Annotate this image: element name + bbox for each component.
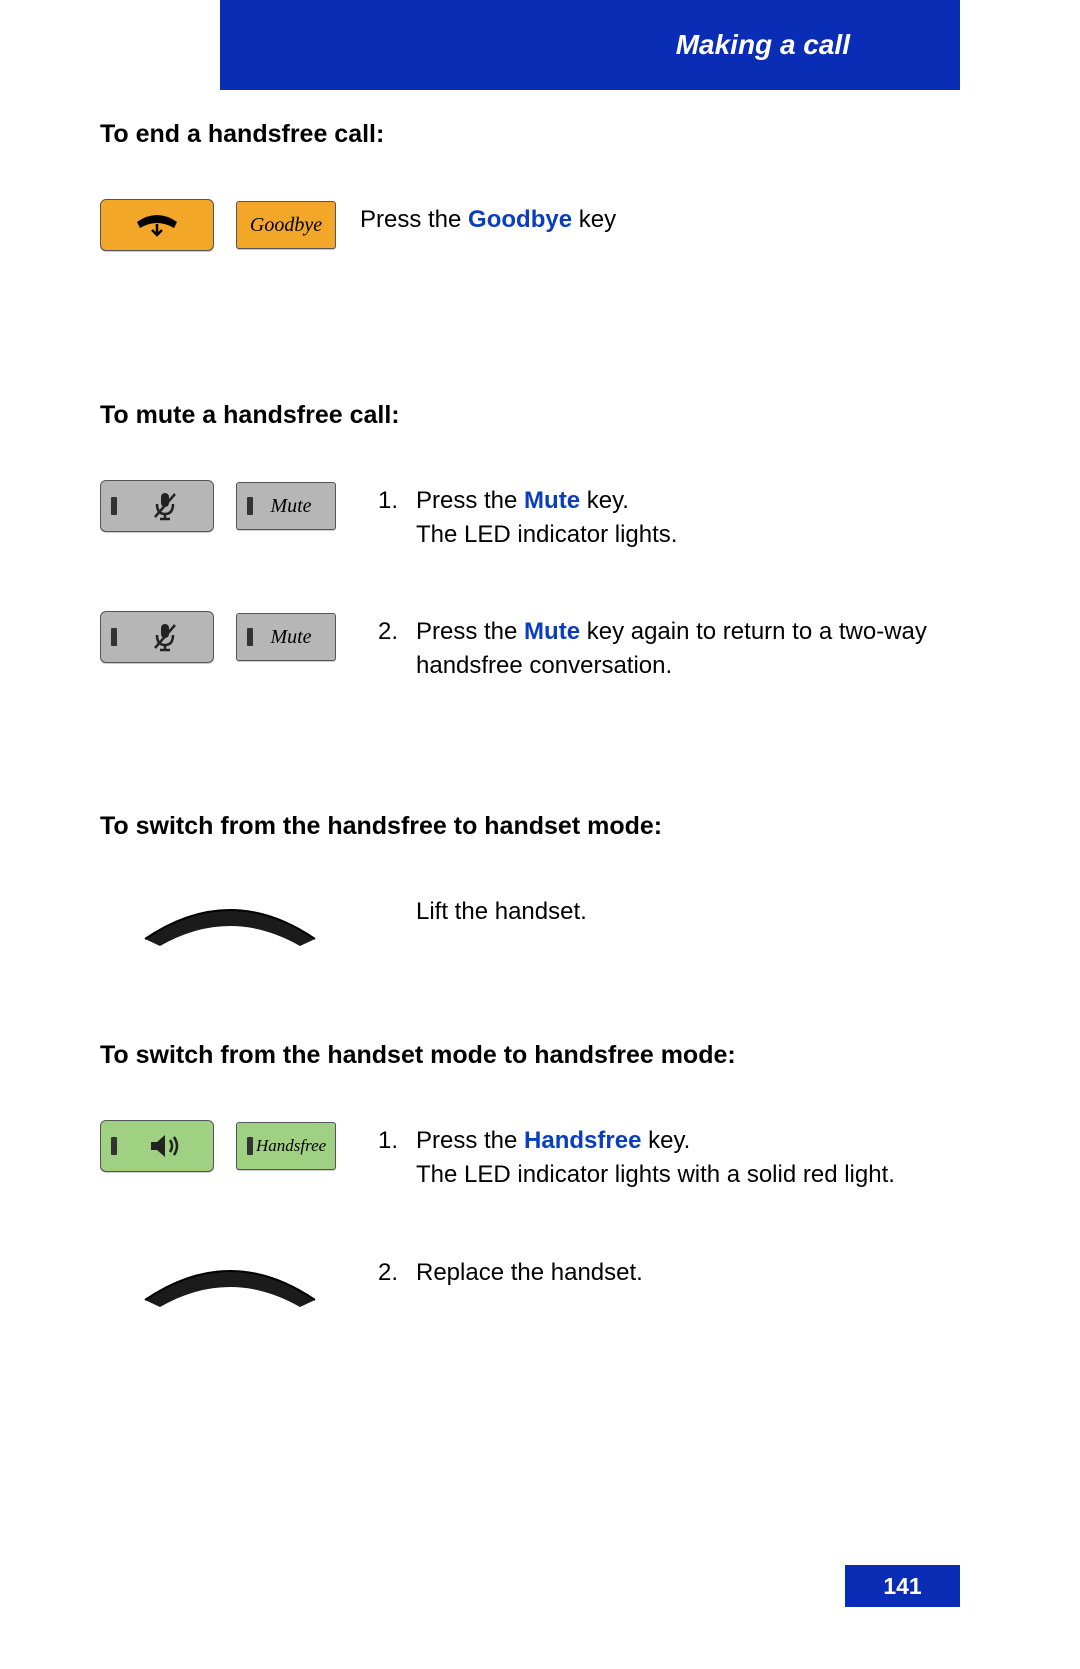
step-number: 2. <box>360 1252 398 1290</box>
section-heading-to-handset: To switch from the handsfree to handset … <box>100 812 980 841</box>
key-term-mute: Mute <box>524 618 580 645</box>
icon-col: Mute <box>100 480 360 532</box>
row-lift-handset: Lift the handset. <box>100 891 980 951</box>
instruction-text: Replace the handset. <box>398 1252 980 1290</box>
page-number: 141 <box>883 1573 921 1600</box>
key-term-goodbye: Goodbye <box>468 206 572 233</box>
led-icon <box>247 628 253 646</box>
led-icon <box>111 628 117 646</box>
step-number: 2. <box>360 611 398 649</box>
key-label: Mute <box>257 495 325 518</box>
row-mute-1: Mute 1. Press the Mute key. The LED indi… <box>100 480 980 551</box>
key-term-mute: Mute <box>524 487 580 514</box>
header-title: Making a call <box>676 29 850 61</box>
icon-col: Goodbye <box>100 199 360 251</box>
content-area: To end a handsfree call: Goodbye Press t… <box>100 110 980 1372</box>
icon-col: Handsfree <box>100 1120 360 1172</box>
goodbye-label-key: Goodbye <box>236 201 336 249</box>
section-heading-mute: To mute a handsfree call: <box>100 401 980 430</box>
phone-hangup-key <box>100 199 214 251</box>
step-number: 1. <box>360 1120 398 1158</box>
step-number: 1. <box>360 480 398 518</box>
header-bar: Making a call <box>220 0 960 90</box>
mic-mute-icon <box>152 621 178 653</box>
key-label: Mute <box>257 626 325 649</box>
instruction-text: Press the Mute key again to return to a … <box>398 611 980 682</box>
mic-mute-icon <box>152 490 178 522</box>
mute-label-key: Mute <box>236 613 336 661</box>
handset-icon <box>130 1252 330 1312</box>
mute-key <box>100 480 214 532</box>
key-label: Handsfree <box>256 1136 326 1156</box>
row-mute-2: Mute 2. Press the Mute key again to retu… <box>100 611 980 682</box>
icon-col: Mute <box>100 611 360 663</box>
mute-label-key: Mute <box>236 482 336 530</box>
icon-col <box>100 1252 360 1312</box>
instruction-text: Press the Goodbye key <box>360 199 980 237</box>
led-icon <box>247 497 253 515</box>
mute-key <box>100 611 214 663</box>
icon-col <box>100 891 360 951</box>
section-heading-to-handsfree: To switch from the handset mode to hands… <box>100 1041 980 1070</box>
page-number-box: 141 <box>845 1565 960 1607</box>
instruction-text: Lift the handset. <box>360 891 980 929</box>
handset-icon <box>130 891 330 951</box>
handsfree-label-key: Handsfree <box>236 1122 336 1170</box>
led-icon <box>247 1137 253 1155</box>
key-label: Goodbye <box>250 214 322 237</box>
instruction-text: Press the Handsfree key. The LED indicat… <box>398 1120 980 1191</box>
row-handsfree-1: Handsfree 1. Press the Handsfree key. Th… <box>100 1120 980 1191</box>
row-replace-handset: 2. Replace the handset. <box>100 1252 980 1312</box>
handsfree-key <box>100 1120 214 1172</box>
instruction-text: Press the Mute key. The LED indicator li… <box>398 480 980 551</box>
key-term-handsfree: Handsfree <box>524 1127 641 1154</box>
led-icon <box>111 1137 117 1155</box>
row-goodbye: Goodbye Press the Goodbye key <box>100 199 980 251</box>
led-icon <box>111 497 117 515</box>
section-heading-end-call: To end a handsfree call: <box>100 120 980 149</box>
phone-hangup-icon <box>132 210 182 240</box>
speaker-icon <box>148 1132 182 1160</box>
